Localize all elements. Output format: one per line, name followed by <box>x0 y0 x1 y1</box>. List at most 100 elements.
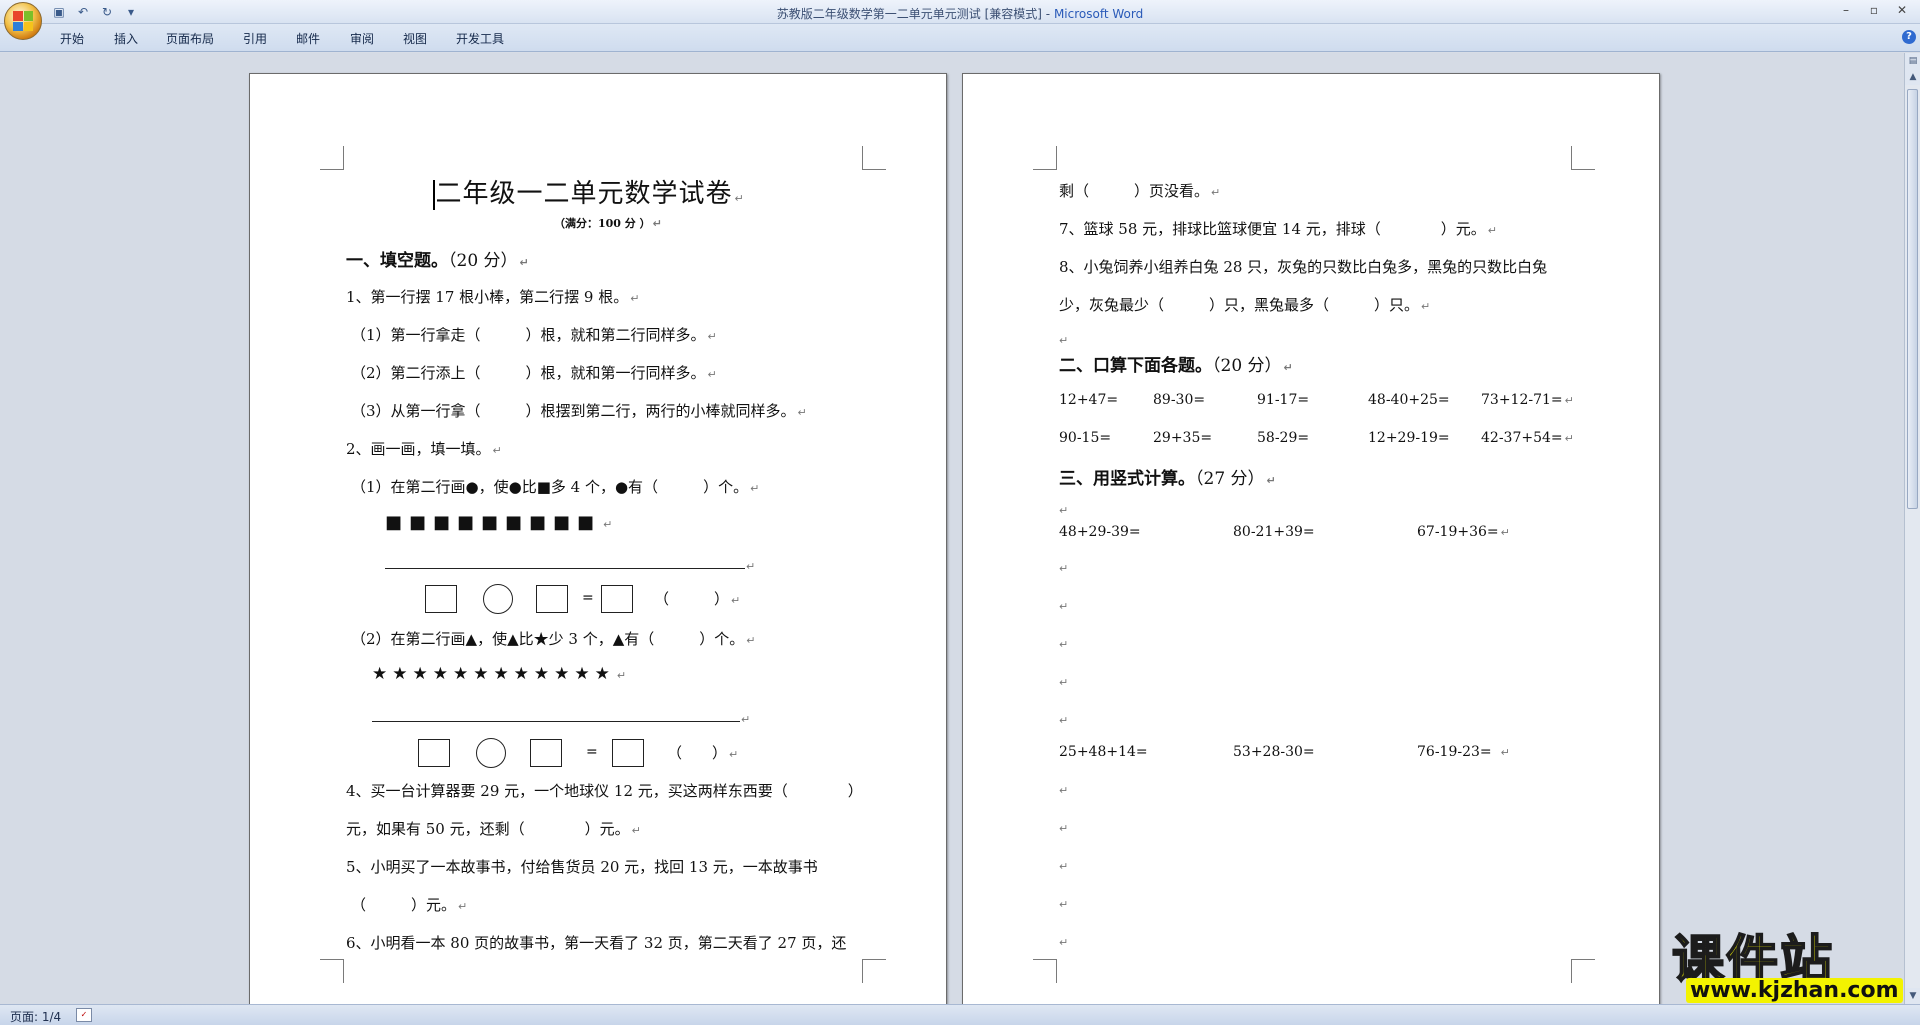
paragraph-mark: ↵ <box>741 713 751 726</box>
watermark: 课件站 www.kjzhan.com <box>1668 918 1908 1004</box>
mental-problem: 12+29-19= <box>1368 430 1450 446</box>
app-name: Microsoft Word <box>1053 7 1144 21</box>
operator-circle <box>483 584 513 614</box>
question-7: 7、篮球 58 元，排球比篮球便宜 14 元，排球（ ）元。 ↵ <box>1059 220 1498 238</box>
ribbon-tabs: 开始 插入 页面布局 引用 邮件 审阅 视图 开发工具 ? <box>0 24 1920 52</box>
scroll-up-icon[interactable]: ▲ <box>1905 69 1920 85</box>
save-icon[interactable]: ▣ <box>50 4 68 20</box>
paragraph-mark: ↵ <box>1059 898 1069 911</box>
status-bar: 页面: 1/4 ✓ <box>0 1004 1920 1025</box>
question-2: 2、画一画，填一填。 ↵ <box>346 440 502 458</box>
customize-icon[interactable]: ▾ <box>122 4 140 20</box>
paragraph-mark: ↵ <box>1059 936 1069 949</box>
maximize-icon[interactable]: ▫ <box>1862 1 1886 19</box>
answer-box <box>536 585 568 613</box>
ruler-toggle-icon[interactable]: ▤ <box>1905 53 1920 69</box>
margin-corner <box>1571 146 1595 170</box>
window-controls: – ▫ ✕ <box>1834 1 1914 19</box>
section-heading-mental-math: 二、口算下面各题。（20 分） ↵ <box>1059 356 1293 376</box>
equals-sign: = <box>586 744 598 760</box>
title-bar: 苏教版二年级数学第一二单元单元测试 [兼容模式] - Microsoft Wor… <box>0 0 1920 24</box>
answer-box <box>530 739 562 767</box>
question-6-line-1: 6、小明看一本 80 页的故事书，第一天看了 32 页，第二天看了 27 页，还 <box>346 934 847 952</box>
question-1-3: （3）从第一行拿（ ）根摆到第二行，两行的小棒就同样多。 ↵ <box>351 402 807 420</box>
tab-insert[interactable]: 插入 <box>114 30 138 47</box>
vertical-problem: 76-19-23= ↵ <box>1417 744 1510 760</box>
question-5-line-2: （ ）元。 ↵ <box>351 896 468 914</box>
answer-paren: （ ） ↵ <box>654 590 741 608</box>
office-logo-icon <box>13 11 33 31</box>
question-2-1: （1）在第二行画●，使●比■多 4 个，●有（ ）个。 ↵ <box>351 478 760 496</box>
tab-view[interactable]: 视图 <box>403 30 427 47</box>
paragraph-mark: ↵ <box>1059 714 1069 727</box>
minimize-icon[interactable]: – <box>1834 1 1858 19</box>
score-subtitle: （满分：100 分 ） ↵ <box>554 217 662 230</box>
mental-problem: 29+35= <box>1153 430 1213 446</box>
quick-access-toolbar: ▣ ↶ ↻ ▾ <box>50 3 140 21</box>
scroll-thumb[interactable] <box>1907 89 1918 509</box>
tab-review[interactable]: 审阅 <box>350 30 374 47</box>
question-5-line-1: 5、小明买了一本故事书，付给售货员 20 元，找回 13 元，一本故事书 <box>346 858 818 876</box>
tab-page-layout[interactable]: 页面布局 <box>166 30 214 47</box>
vertical-problem: 25+48+14= <box>1059 744 1148 760</box>
question-6-line-2: 剩（ ）页没看。 ↵ <box>1059 182 1221 200</box>
watermark-url: www.kjzhan.com <box>1686 978 1903 1003</box>
mental-problem: 89-30= <box>1153 392 1206 408</box>
help-icon[interactable]: ? <box>1902 30 1916 44</box>
section-heading-fill-blank: 一、填空题。（20 分） ↵ <box>346 251 529 271</box>
question-1-2: （2）第二行添上（ ）根，就和第一行同样多。 ↵ <box>351 364 717 382</box>
paragraph-mark: ↵ <box>1059 638 1069 651</box>
undo-icon[interactable]: ↶ <box>74 4 92 20</box>
drawing-line <box>372 721 740 722</box>
question-1: 1、第一行摆 17 根小棒，第二行摆 9 根。 ↵ <box>346 288 640 306</box>
paragraph-mark: ↵ <box>1059 562 1069 575</box>
mental-problem: 73+12-71= ↵ <box>1481 392 1574 408</box>
section-heading-vertical-calc: 三、用竖式计算。（27 分） ↵ <box>1059 469 1276 489</box>
document-page-1[interactable]: 二年级一二单元数学试卷 ↵ （满分：100 分 ） ↵ 一、填空题。（20 分） ↵ … <box>249 73 947 1008</box>
question-8-line-1: 8、小兔饲养小组养白兔 28 只，灰兔的只数比白兔多，黑兔的只数比白兔 <box>1059 258 1548 276</box>
office-button[interactable] <box>4 2 42 40</box>
mental-problem: 58-29= <box>1257 430 1310 446</box>
tab-references[interactable]: 引用 <box>243 30 267 47</box>
tab-mailings[interactable]: 邮件 <box>296 30 320 47</box>
mental-problem: 91-17= <box>1257 392 1310 408</box>
proofing-icon[interactable]: ✓ <box>76 1008 92 1022</box>
answer-box <box>612 739 644 767</box>
text-cursor <box>433 180 435 210</box>
page-count[interactable]: 页面: 1/4 <box>10 1008 61 1025</box>
document-page-2[interactable]: 剩（ ）页没看。 ↵ 7、篮球 58 元，排球比篮球便宜 14 元，排球（ ）元。… <box>962 73 1660 1008</box>
question-8-line-2: 少，灰兔最少（ ）只，黑兔最多（ ）只。 ↵ <box>1059 296 1431 314</box>
document-title: 苏教版二年级数学第一二单元单元测试 [兼容模式] <box>776 7 1042 21</box>
paragraph-mark: ↵ <box>1059 600 1069 613</box>
mental-problem: 48-40+25= <box>1368 392 1450 408</box>
equals-sign: = <box>582 590 594 606</box>
star-shapes-row: ★★★★★★★★★★★★ ↵ <box>372 664 632 684</box>
paragraph-mark: ↵ <box>1059 504 1069 517</box>
answer-box <box>601 585 633 613</box>
vertical-problem: 53+28-30= <box>1233 744 1315 760</box>
answer-box <box>425 585 457 613</box>
tab-home[interactable]: 开始 <box>60 30 84 47</box>
question-4-line-2: 元，如果有 50 元，还剩（ ）元。 ↵ <box>346 820 641 838</box>
close-icon[interactable]: ✕ <box>1890 1 1914 19</box>
vertical-problem: 48+29-39= <box>1059 524 1141 540</box>
tab-developer[interactable]: 开发工具 <box>456 30 504 47</box>
margin-corner <box>320 146 344 170</box>
margin-corner <box>1571 959 1595 983</box>
answer-paren: （ ） ↵ <box>667 744 739 762</box>
question-2-2: （2）在第二行画▲，使▲比★少 3 个，▲有（ ）个。 ↵ <box>351 630 756 648</box>
window-title: 苏教版二年级数学第一二单元单元测试 [兼容模式] - Microsoft Wor… <box>0 5 1920 22</box>
margin-corner <box>320 959 344 983</box>
margin-corner <box>862 959 886 983</box>
redo-icon[interactable]: ↻ <box>98 4 116 20</box>
margin-corner <box>1033 146 1057 170</box>
mental-problem: 12+47= <box>1059 392 1119 408</box>
paragraph-mark: ↵ <box>1059 822 1069 835</box>
margin-corner <box>862 146 886 170</box>
vertical-scrollbar[interactable]: ▤ ▲ ▼ <box>1904 53 1920 1004</box>
paragraph-mark: ↵ <box>1059 860 1069 873</box>
answer-box <box>418 739 450 767</box>
paragraph-mark: ↵ <box>1059 334 1069 347</box>
drawing-line <box>385 568 745 569</box>
page-title[interactable]: 二年级一二单元数学试卷 ↵ <box>433 173 745 210</box>
